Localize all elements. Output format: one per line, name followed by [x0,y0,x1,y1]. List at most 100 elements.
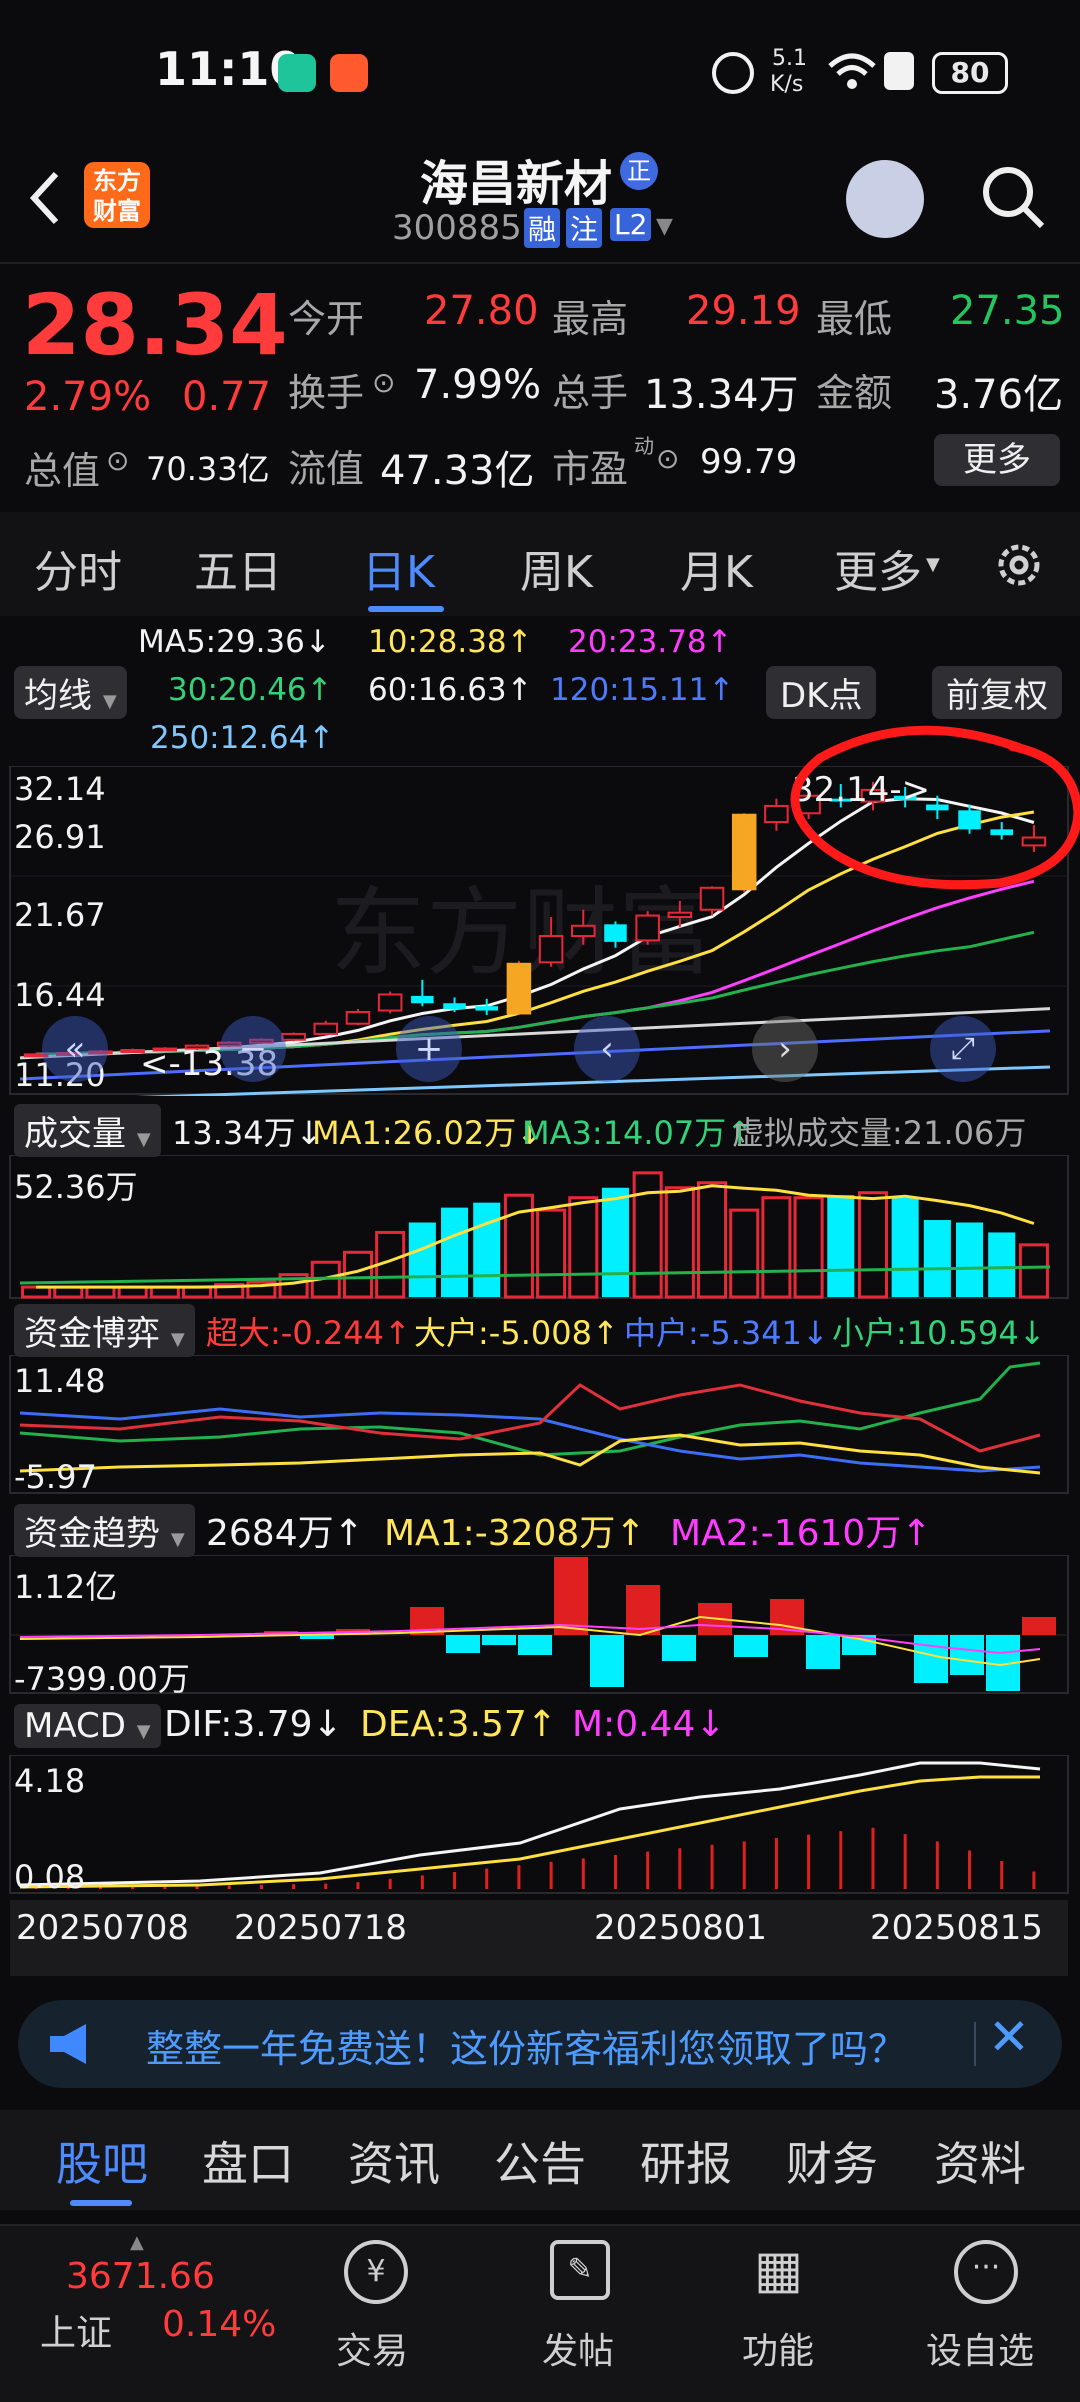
tab-guba-underline [70,2200,132,2206]
tab-day-k[interactable]: 日K [362,536,435,600]
volume-title-button[interactable]: 成交量 ▼ [14,1104,161,1157]
fund-trend-ma1: MA1:-3208万↑ [384,1513,646,1554]
macd-bar [678,1848,682,1889]
macd-bar [1032,1871,1036,1889]
macd-bar [517,1865,521,1889]
nav-function-label: 功能 [742,2331,815,2372]
wifi-icon [828,53,876,89]
change-pct: 2.79% [24,374,152,420]
tab-guba[interactable]: 股吧 [56,2128,148,2194]
tab-wuri[interactable]: 五日 [194,536,282,600]
macd-bar [292,1884,296,1889]
tab-announcement[interactable]: 公告 [494,2128,586,2194]
nav-function[interactable]: ▦ 功能 [700,2226,860,2402]
bottom-nav: ▲ 3671.66 上证 0.14% ¥ 交易 ✎ 发帖 ▦ 功能 ··· 设自… [0,2224,1080,2402]
high-label: 最高 [552,297,629,341]
macd-bar [581,1858,585,1889]
tab-more[interactable]: 更多 [834,536,922,600]
pe-value: 99.79 [700,442,798,482]
tab-active-underline [368,606,444,612]
fund-trend-ma2: MA2:-1610万↑ [670,1513,932,1554]
back-arrow-icon[interactable] [24,168,64,228]
more-button[interactable]: 更多 [934,434,1060,486]
tab-profile[interactable]: 资料 [934,2128,1026,2194]
status-bar: 11:10 5.1 K/s 80 [0,0,1080,140]
y-label-3: 21.67 [14,896,106,934]
fund-trend-title-button[interactable]: 资金趋势 ▼ [14,1504,195,1557]
candle-body [635,914,660,942]
robot-avatar[interactable] [846,160,924,238]
next-icon[interactable]: › [752,1016,818,1082]
volume-bar [729,1208,760,1299]
macd-svg [9,1755,1069,1894]
float-mv-label: 流值 [288,447,365,491]
tab-week-k[interactable]: 周K [520,536,593,600]
header: 东方 财富 海昌新材 正 300885 融 注 L2 ▼ [0,140,1080,260]
tab-news[interactable]: 资讯 [348,2128,440,2194]
fullscreen-icon[interactable]: ⤢ [930,1016,996,1082]
nav-add-watchlist-label: 设自选 [926,2331,1035,2372]
volume-ma1: MA1:26.02万↓ [312,1114,544,1152]
fund-game-title-button[interactable]: 资金博弈 ▼ [14,1304,195,1357]
volume-current: 13.34万↓ [172,1114,323,1152]
volume-ma3: MA3:14.07万↑ [522,1114,754,1152]
search-icon[interactable] [978,162,1048,232]
bottom-content-tabs: 股吧 盘口 资讯 公告 研报 财务 资料 [0,2110,1080,2210]
kline-chart[interactable]: 东方财富 32.14 26.91 21.67 16.44 11.20 32.14… [0,725,1080,1096]
junxian-button[interactable]: 均线 ▼ [14,666,127,719]
nav-post[interactable]: ✎ 发帖 [500,2226,660,2402]
nav-trade[interactable]: ¥ 交易 [296,2226,456,2402]
fund-super: 超大:-0.244↑ [206,1314,411,1352]
volume-bar [793,1196,824,1299]
volume-bar [697,1181,728,1299]
ma30-value: 30:20.46↑ [168,672,333,708]
high-value: 29.19 [686,288,801,334]
macd-m: M:0.44↓ [572,1704,726,1745]
net-speed-unit: K/s [770,72,804,97]
margin-tag: 融 [524,208,561,248]
fund-trend-y-top: 1.12亿 [14,1568,118,1606]
tab-research[interactable]: 研报 [640,2128,732,2194]
code-dropdown-icon[interactable]: ▼ [656,214,673,239]
macd-bar [356,1882,360,1889]
volume-bar [473,1202,501,1297]
alert-icon [884,52,914,90]
index-quote[interactable]: ▲ 3671.66 上证 0.14% [20,2226,280,2402]
tab-finance[interactable]: 财务 [786,2128,878,2194]
macd-bar [485,1868,489,1889]
more-dots-icon: ··· [954,2240,1018,2304]
volume-y-label: 52.36万 [14,1168,138,1206]
promo-divider [974,2022,976,2066]
candle-body [571,924,596,938]
nav-trade-label: 交易 [336,2331,409,2372]
chat-app-icon [330,54,368,92]
prev-icon[interactable]: ‹ [574,1016,640,1082]
tab-fenshi[interactable]: 分时 [34,536,122,600]
close-icon[interactable]: ✕ [988,2008,1030,2066]
fuquan-button[interactable]: 前复权 [932,666,1062,719]
fund-trend-bars [264,1557,1056,1691]
dk-button[interactable]: DK点 [766,666,877,719]
promo-banner[interactable]: 整整一年免费送！这份新客福利您领取了吗？ ✕ [18,2000,1062,2088]
nav-add-watchlist[interactable]: ··· 设自选 [900,2226,1060,2402]
settings-gear-icon[interactable] [990,536,1048,594]
tab-month-k[interactable]: 月K [680,536,753,600]
ma250-value: 250:12.64↑ [150,720,335,756]
macd-title-button[interactable]: MACD ▼ [14,1704,161,1748]
fund-small-line [19,1361,1041,1457]
index-value: 3671.66 [66,2256,215,2297]
candle-body [506,962,532,1015]
zoom-out-icon[interactable]: − [220,1016,286,1082]
grid-apps-icon: ▦ [754,2240,804,2300]
battery-icon: 80 [932,52,1008,94]
l2-tag: L2 [610,208,652,241]
open-value: 27.80 [424,288,539,334]
fund-game-y-bottom: -5.97 [14,1458,97,1496]
macd-bar [807,1834,811,1889]
macd-bar [774,1838,778,1889]
tab-pankou[interactable]: 盘口 [202,2128,294,2194]
fund-trend-value: 2684万↑ [206,1513,364,1554]
scroll-left-icon[interactable]: « [42,1016,108,1082]
zoom-in-icon[interactable]: + [396,1016,462,1082]
edit-pen-icon: ✎ [550,2240,610,2300]
